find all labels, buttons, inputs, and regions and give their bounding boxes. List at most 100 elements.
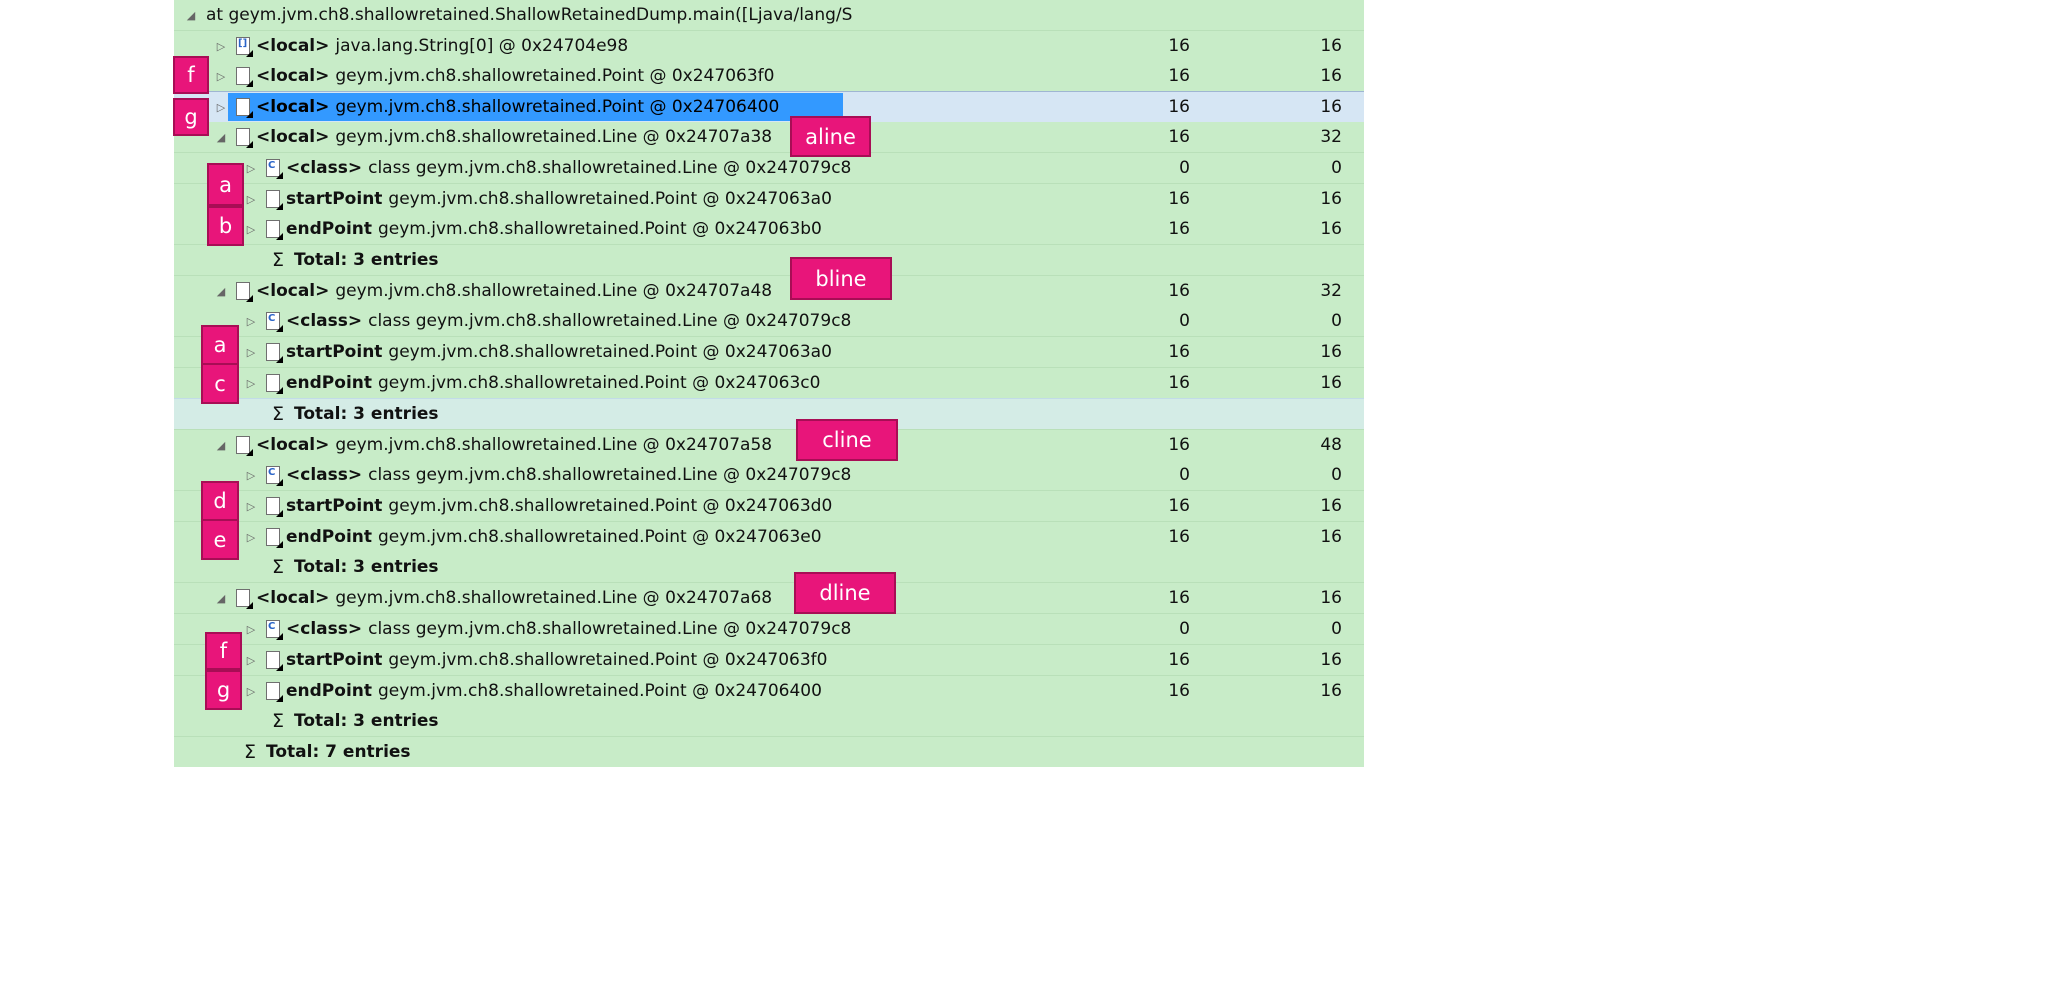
total-label: Total: 7 entries: [266, 742, 411, 762]
collapsed-triangle-icon[interactable]: ▷: [244, 193, 258, 206]
row-name: geym.jvm.ch8.shallowretained.Point @ 0x2…: [388, 650, 828, 670]
row-keyword: <class>: [286, 465, 363, 485]
tree-row[interactable]: ◢ <local> geym.jvm.ch8.shallowretained.L…: [174, 122, 1364, 153]
class-icon: C: [266, 159, 283, 179]
total-label: Total: 3 entries: [294, 250, 439, 270]
row-name: class geym.jvm.ch8.shallowretained.Line …: [368, 465, 852, 485]
row-name-cell: ▷ endPoint geym.jvm.ch8.shallowretained.…: [244, 522, 866, 552]
total-label: Total: 3 entries: [294, 711, 439, 731]
row-keyword: startPoint: [286, 189, 383, 209]
tree-row[interactable]: ▷ C <class> class geym.jvm.ch8.shallowre…: [174, 153, 1364, 184]
row-keyword: <class>: [286, 311, 363, 331]
row-name-cell: Σ Total: 7 entries: [244, 737, 866, 767]
tree-row[interactable]: ▷ endPoint geym.jvm.ch8.shallowretained.…: [174, 676, 1364, 707]
tree-row[interactable]: ▷ endPoint geym.jvm.ch8.shallowretained.…: [174, 214, 1364, 245]
retained-heap-cell: 16: [1320, 36, 1342, 56]
collapsed-triangle-icon[interactable]: ▷: [244, 531, 258, 544]
collapsed-triangle-icon[interactable]: ▷: [244, 346, 258, 359]
object-icon: [236, 282, 253, 302]
row-name-cell: ▷ C <class> class geym.jvm.ch8.shallowre…: [244, 460, 866, 490]
tree-row-total: Σ Total: 3 entries: [174, 398, 1364, 430]
collapsed-triangle-icon[interactable]: ▷: [214, 40, 228, 53]
row-keyword: <local>: [256, 97, 330, 117]
object-icon: [266, 682, 283, 702]
collapsed-triangle-icon[interactable]: ▷: [244, 469, 258, 482]
annotation-label-dline: dline: [794, 572, 896, 614]
retained-heap-cell: 16: [1320, 97, 1342, 117]
object-icon: [236, 128, 253, 148]
tree-row-total: Σ Total: 7 entries: [174, 737, 1364, 767]
row-name: geym.jvm.ch8.shallowretained.Point @ 0x2…: [378, 219, 822, 239]
annotation-label-g: g: [205, 670, 242, 710]
annotation-label-d: d: [201, 481, 239, 521]
tree-row[interactable]: ▷ startPoint geym.jvm.ch8.shallowretaine…: [174, 184, 1364, 215]
row-name-cell: ▷ startPoint geym.jvm.ch8.shallowretaine…: [244, 645, 866, 675]
total-label: Total: 3 entries: [294, 404, 439, 424]
tree-row-selected[interactable]: ▷ <local> geym.jvm.ch8.shallowretained.P…: [174, 91, 1364, 123]
retained-heap-cell: 16: [1320, 219, 1342, 239]
row-name-cell: ▷ startPoint geym.jvm.ch8.shallowretaine…: [244, 491, 866, 521]
object-icon: [236, 436, 253, 456]
retained-heap-cell: 16: [1320, 66, 1342, 86]
retained-heap-cell: 16: [1320, 650, 1342, 670]
tree-row[interactable]: ◢ <local> geym.jvm.ch8.shallowretained.L…: [174, 430, 1364, 461]
annotation-label-f: f: [205, 632, 242, 670]
object-icon: [266, 651, 283, 671]
tree-row[interactable]: ◢ <local> geym.jvm.ch8.shallowretained.L…: [174, 583, 1364, 614]
collapsed-triangle-icon[interactable]: ▷: [244, 623, 258, 636]
tree-row[interactable]: ▷ <local> geym.jvm.ch8.shallowretained.P…: [174, 61, 1364, 92]
tree-row[interactable]: ▷ startPoint geym.jvm.ch8.shallowretaine…: [174, 645, 1364, 676]
annotation-label-e: e: [201, 519, 239, 560]
collapsed-triangle-icon[interactable]: ▷: [214, 101, 228, 114]
frame-label: at geym.jvm.ch8.shallowretained.ShallowR…: [206, 5, 853, 25]
tree-row-total: Σ Total: 3 entries: [174, 245, 1364, 276]
row-name-cell: ▷ endPoint geym.jvm.ch8.shallowretained.…: [244, 368, 866, 398]
tree-row[interactable]: ▷ startPoint geym.jvm.ch8.shallowretaine…: [174, 337, 1364, 368]
object-icon: [266, 528, 283, 548]
row-name: class geym.jvm.ch8.shallowretained.Line …: [368, 158, 852, 178]
collapsed-triangle-icon[interactable]: ▷: [244, 223, 258, 236]
tree-row[interactable]: ▷ endPoint geym.jvm.ch8.shallowretained.…: [174, 368, 1364, 399]
expanded-triangle-icon[interactable]: ◢: [214, 131, 228, 144]
tree-row-thread-frame[interactable]: ◢ at geym.jvm.ch8.shallowretained.Shallo…: [174, 0, 1364, 31]
tree-row[interactable]: ▷ C <class> class geym.jvm.ch8.shallowre…: [174, 460, 1364, 491]
row-keyword: endPoint: [286, 527, 372, 547]
tree-row[interactable]: ▷ [] <local> java.lang.String[0] @ 0x247…: [174, 31, 1364, 62]
collapsed-triangle-icon[interactable]: ▷: [214, 70, 228, 83]
tree-row[interactable]: ◢ <local> geym.jvm.ch8.shallowretained.L…: [174, 276, 1364, 307]
row-keyword: startPoint: [286, 496, 383, 516]
tree-row[interactable]: ▷ C <class> class geym.jvm.ch8.shallowre…: [174, 614, 1364, 645]
retained-heap-cell: 32: [1320, 127, 1342, 147]
collapsed-triangle-icon[interactable]: ▷: [244, 162, 258, 175]
expanded-triangle-icon[interactable]: ◢: [184, 9, 198, 22]
row-name: geym.jvm.ch8.shallowretained.Line @ 0x24…: [335, 281, 773, 301]
tree-row[interactable]: ▷ startPoint geym.jvm.ch8.shallowretaine…: [174, 491, 1364, 522]
row-keyword: endPoint: [286, 373, 372, 393]
retained-heap-cell: 16: [1320, 588, 1342, 608]
annotation-label-g: g: [173, 98, 209, 136]
annotation-label-a: a: [207, 163, 244, 206]
annotation-label-c: c: [201, 363, 239, 404]
row-name-cell: ▷ <local> geym.jvm.ch8.shallowretained.P…: [214, 92, 866, 122]
sigma-icon: Σ: [272, 249, 285, 271]
annotation-label-aline: aline: [790, 116, 871, 157]
object-icon: [266, 220, 283, 240]
row-name: geym.jvm.ch8.shallowretained.Point @ 0x2…: [378, 681, 822, 701]
collapsed-triangle-icon[interactable]: ▷: [244, 377, 258, 390]
collapsed-triangle-icon[interactable]: ▷: [244, 654, 258, 667]
tree-row[interactable]: ▷ C <class> class geym.jvm.ch8.shallowre…: [174, 306, 1364, 337]
row-name-cell: ▷ endPoint geym.jvm.ch8.shallowretained.…: [244, 676, 866, 706]
collapsed-triangle-icon[interactable]: ▷: [244, 500, 258, 513]
row-name-cell: ▷ endPoint geym.jvm.ch8.shallowretained.…: [244, 214, 866, 244]
row-name-cell: ◢ <local> geym.jvm.ch8.shallowretained.L…: [214, 122, 866, 152]
row-name-cell: ▷ [] <local> java.lang.String[0] @ 0x247…: [214, 31, 866, 61]
tree-row[interactable]: ▷ endPoint geym.jvm.ch8.shallowretained.…: [174, 522, 1364, 553]
collapsed-triangle-icon[interactable]: ▷: [244, 685, 258, 698]
row-name-cell: ◢ <local> geym.jvm.ch8.shallowretained.L…: [214, 430, 866, 460]
row-keyword: startPoint: [286, 342, 383, 362]
expanded-triangle-icon[interactable]: ◢: [214, 439, 228, 452]
expanded-triangle-icon[interactable]: ◢: [214, 285, 228, 298]
row-name: geym.jvm.ch8.shallowretained.Point @ 0x2…: [388, 189, 832, 209]
collapsed-triangle-icon[interactable]: ▷: [244, 315, 258, 328]
expanded-triangle-icon[interactable]: ◢: [214, 592, 228, 605]
